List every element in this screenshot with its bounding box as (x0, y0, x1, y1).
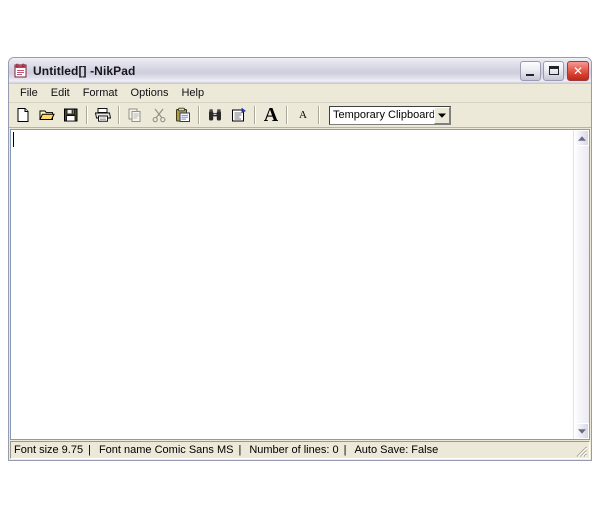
status-separator-2: | (238, 443, 242, 456)
replace-button[interactable] (227, 104, 251, 126)
temporary-clipboard-select[interactable]: Temporary Clipboard (329, 105, 451, 125)
scroll-down-button[interactable] (574, 423, 589, 439)
editor-region (9, 128, 591, 440)
paste-button[interactable] (171, 104, 195, 126)
status-line-count: Number of lines: 0 (249, 443, 339, 456)
copy-icon (127, 107, 143, 123)
menu-item-help[interactable]: Help (175, 85, 211, 102)
chevron-down-icon (577, 428, 586, 434)
close-x-icon: ✕ (572, 64, 584, 78)
nikpad-window: Untitled[] -NikPad ✕ File Edit Format Op… (8, 57, 592, 461)
status-separator-1: | (88, 443, 91, 456)
resize-grip[interactable] (574, 444, 588, 458)
save-floppy-icon (63, 107, 79, 123)
status-font-size: Font size 9.75 (14, 443, 84, 456)
status-auto-save: Auto Save: False (354, 443, 439, 456)
chevron-down-icon[interactable] (434, 106, 450, 124)
large-a-icon: A (263, 104, 279, 126)
notepad-icon (13, 63, 29, 79)
toolbar-separator-3 (198, 106, 200, 124)
open-file-button[interactable] (35, 104, 59, 126)
print-button[interactable] (91, 104, 115, 126)
maximize-button[interactable] (543, 61, 564, 81)
toolbar-separator-4 (254, 106, 256, 124)
small-a-icon: A (299, 108, 307, 121)
paste-clipboard-icon (175, 107, 191, 123)
new-document-icon (15, 107, 31, 123)
status-bar: Font size 9.75 | Font name Comic Sans MS… (9, 440, 591, 460)
scroll-up-button[interactable] (574, 130, 589, 146)
desktop-background: Untitled[] -NikPad ✕ File Edit Format Op… (0, 0, 600, 520)
toolbar-separator-1 (86, 106, 88, 124)
open-folder-icon (39, 107, 55, 123)
minimize-button[interactable] (520, 61, 541, 81)
new-file-button[interactable] (11, 104, 35, 126)
decrease-font-button[interactable]: A (291, 104, 315, 126)
title-bar[interactable]: Untitled[] -NikPad ✕ (9, 58, 591, 84)
cut-button[interactable] (147, 104, 171, 126)
increase-font-button[interactable]: A (259, 104, 283, 126)
window-title: Untitled[] -NikPad (33, 64, 136, 78)
minimize-glyph (526, 74, 534, 76)
printer-icon (94, 107, 112, 123)
scissors-icon (151, 107, 167, 123)
temporary-clipboard-value: Temporary Clipboard (333, 109, 434, 121)
maximize-glyph (549, 66, 559, 75)
scrollbar-track[interactable] (574, 146, 589, 423)
replace-document-icon (231, 107, 247, 123)
menu-item-format[interactable]: Format (77, 85, 125, 102)
menu-item-edit[interactable]: Edit (45, 85, 77, 102)
status-separator-3: | (343, 443, 347, 456)
menu-item-file[interactable]: File (14, 85, 45, 102)
save-file-button[interactable] (59, 104, 83, 126)
toolbar: A A Temporary Clipboard (9, 103, 591, 128)
menu-bar: File Edit Format Options Help (9, 84, 591, 103)
text-editor-input[interactable] (11, 130, 573, 439)
status-font-name: Font name Comic Sans MS (98, 443, 234, 456)
binoculars-icon (207, 107, 223, 123)
toolbar-separator-2 (118, 106, 120, 124)
chevron-up-icon (577, 135, 586, 141)
copy-button[interactable] (123, 104, 147, 126)
toolbar-separator-6 (318, 106, 320, 124)
editor-frame (10, 129, 590, 440)
find-button[interactable] (203, 104, 227, 126)
status-panel: Font size 9.75 | Font name Comic Sans MS… (10, 440, 590, 459)
toolbar-separator-5 (286, 106, 288, 124)
vertical-scrollbar[interactable] (573, 130, 589, 439)
close-button[interactable]: ✕ (567, 61, 589, 81)
menu-item-options[interactable]: Options (125, 85, 176, 102)
text-caret (13, 132, 14, 147)
